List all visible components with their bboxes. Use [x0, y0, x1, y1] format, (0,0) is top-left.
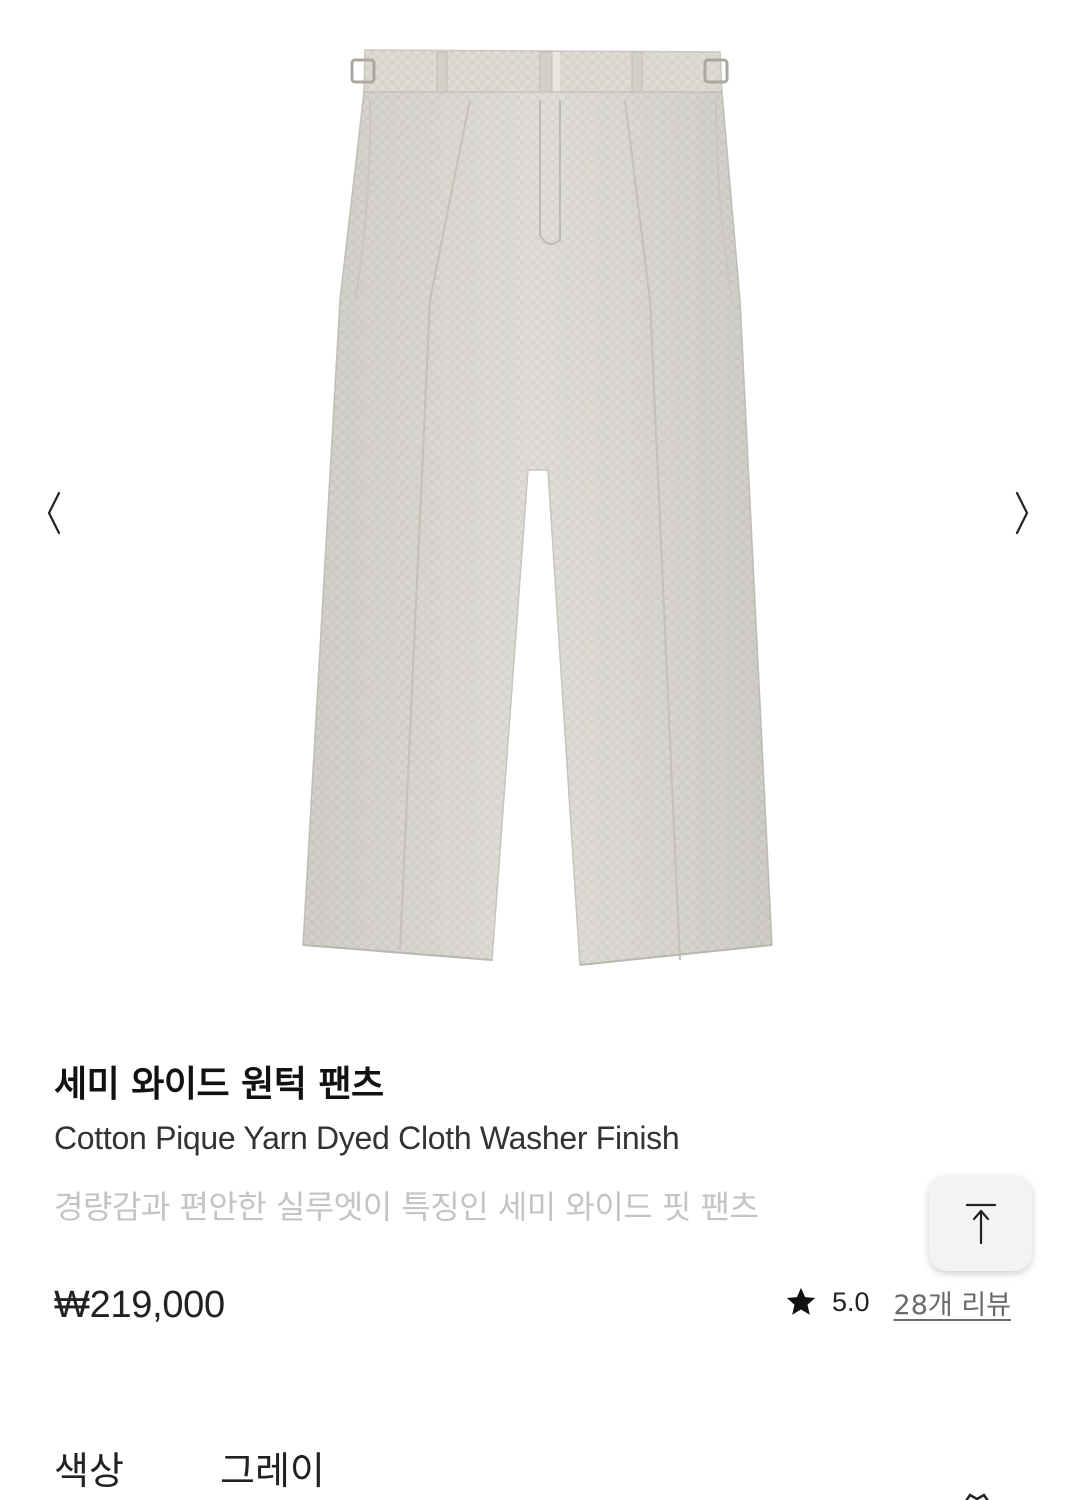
- product-rating: 5.0 28개 리뷰: [784, 1282, 1011, 1322]
- product-price: ₩219,000: [54, 1284, 225, 1326]
- color-label: 색상: [54, 1449, 124, 1493]
- product-title: 세미 와이드 원턱 팬츠: [54, 1064, 384, 1105]
- gallery-prev-button[interactable]: [24, 478, 84, 548]
- color-value: 그레이: [220, 1449, 325, 1493]
- product-image-gallery[interactable]: [0, 0, 1071, 1030]
- product-subtitle: Cotton Pique Yarn Dyed Cloth Washer Fini…: [54, 1120, 680, 1156]
- reviews-link[interactable]: 28개 리뷰: [894, 1283, 1011, 1322]
- chevron-left-icon: [47, 491, 61, 535]
- product-photo: [302, 49, 773, 966]
- arrow-up-to-top-icon: [965, 1203, 996, 1245]
- star-icon: [786, 1287, 816, 1315]
- cut-off-element: [962, 1486, 992, 1500]
- chevron-right-icon: [1015, 491, 1029, 535]
- scroll-to-top-button[interactable]: [929, 1175, 1032, 1271]
- product-description: 경량감과 편안한 실루엣이 특징인 세미 와이드 핏 팬츠: [54, 1188, 759, 1226]
- rating-score: 5.0: [832, 1286, 870, 1317]
- gallery-next-button[interactable]: [992, 478, 1052, 548]
- color-option-row[interactable]: 색상 그레이: [54, 1440, 325, 1495]
